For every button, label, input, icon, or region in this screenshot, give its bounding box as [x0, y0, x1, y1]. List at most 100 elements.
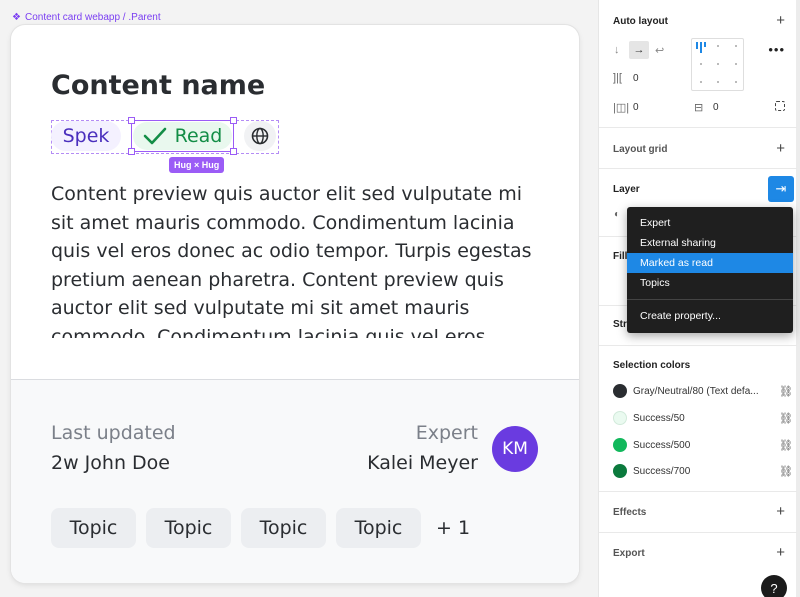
divider — [599, 345, 797, 346]
apply-variable-icon[interactable]: ⇥ — [768, 176, 794, 202]
stroke-title: Str — [613, 319, 627, 330]
divider — [599, 532, 797, 533]
expert-name: Kalei Meyer — [367, 452, 478, 474]
read-tag[interactable]: Read — [133, 122, 232, 150]
align-dot[interactable] — [717, 81, 719, 83]
topic-chip[interactable]: Topic — [51, 508, 136, 548]
topic-row: Topic Topic Topic Topic + 1 — [51, 508, 470, 548]
avatar[interactable]: KM — [492, 426, 538, 472]
resize-handle[interactable] — [128, 117, 135, 124]
card-title: Content name — [51, 70, 266, 101]
help-button[interactable]: ? — [761, 575, 787, 597]
horizontal-padding-icon: |◫| — [613, 102, 630, 114]
divider — [599, 168, 797, 169]
divider — [599, 127, 797, 128]
color-swatch[interactable] — [613, 438, 627, 452]
color-swatch[interactable] — [613, 411, 627, 425]
resize-handle[interactable] — [230, 148, 237, 155]
horizontal-padding-value[interactable]: 0 — [633, 102, 639, 113]
selection-color-row[interactable]: Success/50 ⛓ — [613, 410, 793, 426]
component-icon: ❖ — [12, 12, 21, 23]
color-swatch[interactable] — [613, 464, 627, 478]
blend-mode-icon[interactable]: ◐ — [614, 209, 620, 220]
size-badge: Hug × Hug — [169, 157, 225, 173]
auto-layout-title: Auto layout — [613, 16, 668, 27]
expert-label: Expert — [415, 422, 478, 444]
more-options-icon[interactable]: ••• — [768, 42, 785, 57]
dropdown-item-external-sharing[interactable]: External sharing — [627, 233, 793, 253]
resize-handle[interactable] — [230, 117, 237, 124]
read-tag-label: Read — [174, 125, 223, 147]
vertical-padding-icon: ⊟ — [694, 102, 704, 114]
align-dot[interactable] — [735, 63, 737, 65]
spacing-icon: ]|[ — [613, 72, 622, 84]
align-dot[interactable] — [735, 45, 737, 47]
globe-icon — [251, 127, 269, 145]
frame-label[interactable]: ❖ Content card webapp / .Parent — [12, 12, 161, 23]
add-export-icon[interactable]: + — [776, 545, 785, 560]
content-card[interactable]: Content name Spek Read Hug × Hug Content… — [11, 25, 579, 583]
detach-style-icon[interactable]: ⛓ — [779, 465, 793, 478]
color-swatch[interactable] — [613, 384, 627, 398]
align-bar — [696, 42, 698, 49]
detach-style-icon[interactable]: ⛓ — [779, 439, 793, 452]
direction-right-icon[interactable]: → — [629, 41, 649, 59]
card-footer: Last updated 2w John Doe Expert Kalei Me… — [11, 379, 579, 583]
selection-colors-title: Selection colors — [613, 360, 691, 371]
detach-style-icon[interactable]: ⛓ — [779, 412, 793, 425]
layout-grid-title: Layout grid — [613, 144, 668, 155]
wrap-icon[interactable]: ↩ — [655, 44, 664, 57]
align-dot[interactable] — [717, 45, 719, 47]
add-layout-grid-icon[interactable]: + — [776, 141, 785, 156]
property-dropdown: Expert External sharing Marked as read T… — [627, 207, 793, 333]
topic-chip[interactable]: Topic — [241, 508, 326, 548]
tag-row[interactable]: Spek Read — [51, 117, 276, 155]
clip-content-icon[interactable] — [775, 101, 785, 111]
export-title: Export — [613, 548, 645, 559]
selection-color-row[interactable]: Success/700 ⛓ — [613, 463, 793, 479]
align-bar — [704, 42, 706, 47]
dropdown-separator — [627, 299, 793, 300]
align-dot[interactable] — [717, 63, 719, 65]
dropdown-item-topics[interactable]: Topics — [627, 273, 793, 293]
color-style-name: Success/50 — [633, 412, 685, 424]
updated-value: 2w John Doe — [51, 452, 170, 474]
frame-label-text: Content card webapp / .Parent — [24, 12, 161, 23]
layer-title: Layer — [613, 184, 640, 195]
align-bar — [700, 42, 702, 53]
spek-tag[interactable]: Spek — [51, 121, 121, 151]
selected-read-tag[interactable]: Read — [128, 117, 237, 155]
fill-title: Fill — [613, 251, 628, 262]
dropdown-item-expert[interactable]: Expert — [627, 213, 793, 233]
color-style-name: Success/700 — [633, 465, 691, 477]
color-style-name: Gray/Neutral/80 (Text defa... — [633, 385, 759, 397]
topic-chip[interactable]: Topic — [336, 508, 421, 548]
selection-color-row[interactable]: Success/500 ⛓ — [613, 437, 793, 453]
selection-color-row[interactable]: Gray/Neutral/80 (Text defa... ⛓ — [613, 383, 793, 399]
divider — [599, 491, 797, 492]
resize-handle[interactable] — [128, 148, 135, 155]
add-effect-icon[interactable]: + — [776, 504, 785, 519]
more-topics-count: + 1 — [436, 517, 471, 539]
design-canvas[interactable]: ❖ Content card webapp / .Parent Content … — [0, 0, 598, 597]
vertical-padding-value[interactable]: 0 — [713, 102, 719, 113]
color-style-name: Success/500 — [633, 439, 691, 451]
content-preview: Content preview quis auctor elit sed vul… — [51, 183, 532, 338]
dropdown-item-marked-as-read[interactable]: Marked as read — [627, 253, 793, 273]
properties-panel: Auto layout + ↓ → ↩ ]|[ 0 |◫| 0 ⊟ 0 ••• … — [598, 0, 800, 597]
alignment-grid[interactable] — [691, 38, 744, 91]
panel-scrollbar[interactable] — [796, 0, 800, 597]
align-dot[interactable] — [700, 63, 702, 65]
checkmark-icon — [143, 127, 166, 145]
align-dot[interactable] — [735, 81, 737, 83]
create-property-button[interactable]: Create property... — [627, 306, 793, 326]
topic-chip[interactable]: Topic — [146, 508, 231, 548]
direction-down-icon[interactable]: ↓ — [614, 44, 620, 56]
spacing-value[interactable]: 0 — [633, 73, 639, 84]
add-auto-layout-icon[interactable]: + — [776, 13, 785, 28]
external-tag[interactable] — [244, 121, 276, 151]
updated-label: Last updated — [51, 422, 176, 444]
align-dot[interactable] — [700, 81, 702, 83]
effects-title: Effects — [613, 507, 647, 518]
detach-style-icon[interactable]: ⛓ — [779, 385, 793, 398]
